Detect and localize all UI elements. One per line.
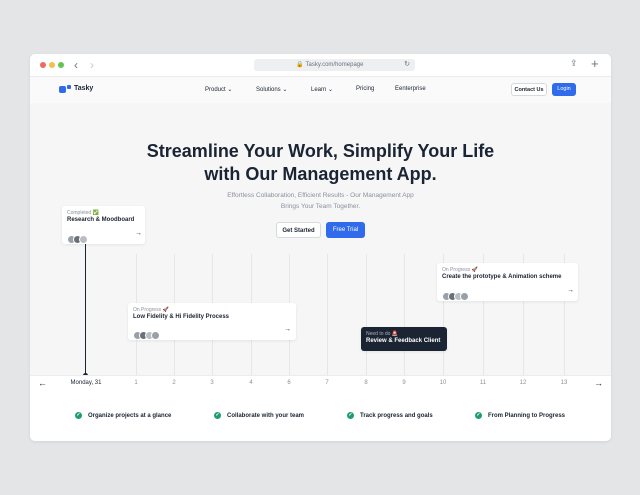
grid-line xyxy=(404,254,405,376)
arrow-right-icon[interactable]: → xyxy=(567,287,574,294)
logo-icon-accent xyxy=(67,85,71,89)
menu-enterprise[interactable]: Eenterprise xyxy=(395,86,426,92)
timeline-date[interactable]: 1 xyxy=(134,380,137,386)
task-title: Low Fidelity & Hi Fidelity Process xyxy=(133,314,230,320)
check-circle-icon: ✓ xyxy=(347,412,354,419)
timeline-date[interactable]: 7 xyxy=(325,380,328,386)
task-card[interactable]: Completed ✅ Research & Moodboard → xyxy=(62,206,145,244)
task-title: Create the prototype & Animation scheme xyxy=(442,274,562,280)
task-status: Need to do 🚨 xyxy=(366,331,399,337)
feature-item: ✓ Organize projects at a glance xyxy=(75,412,171,419)
task-card[interactable]: Need to do 🚨 Review & Feedback Client xyxy=(361,327,447,351)
menu-learn[interactable]: Learn ⌄ xyxy=(311,86,333,93)
chevron-left-icon[interactable]: ‹ xyxy=(74,57,78,73)
timeline-bar: ← Monday, 31 1 2 3 4 6 7 8 9 10 11 12 13… xyxy=(30,375,611,393)
get-started-button[interactable]: Get Started xyxy=(276,222,321,238)
timeline-date[interactable]: 3 xyxy=(210,380,213,386)
minimize-window-button[interactable] xyxy=(49,62,55,68)
brand-name[interactable]: Tasky xyxy=(74,85,93,92)
feature-label: Organize projects at a glance xyxy=(88,413,172,420)
logo-icon xyxy=(59,86,66,93)
arrow-right-icon[interactable]: → xyxy=(594,378,603,388)
menu-product-label: Product xyxy=(205,87,226,93)
share-icon[interactable]: ⇪ xyxy=(570,58,578,69)
grid-line xyxy=(366,254,367,376)
task-title: Research & Moodboard xyxy=(67,217,135,223)
timeline-date[interactable]: 12 xyxy=(520,380,527,386)
feature-label: Track progress and goals xyxy=(360,413,433,420)
feature-label: Collaborate with your team xyxy=(227,413,305,420)
task-status: On Progress 🚀 xyxy=(133,307,169,313)
arrow-right-icon[interactable]: → xyxy=(135,230,142,237)
feature-label: From Planning to Progress xyxy=(488,413,566,420)
menu-product[interactable]: Product ⌄ xyxy=(205,86,232,93)
timeline-date[interactable]: 13 xyxy=(561,380,568,386)
features-strip: ✓ Organize projects at a glance ✓ Collabor… xyxy=(30,392,611,441)
feature-item: ✓ From Planning to Progress xyxy=(475,412,565,419)
avatar xyxy=(151,331,160,340)
timeline-date[interactable]: 9 xyxy=(402,380,405,386)
hero-subtitle-line-1: Effortless Collaboration, Efficient Resu… xyxy=(227,192,414,199)
task-status: Completed ✅ xyxy=(67,210,99,216)
check-circle-icon: ✓ xyxy=(75,412,82,419)
lock-icon: 🔒 xyxy=(296,62,304,68)
chevron-down-icon: ⌄ xyxy=(227,87,233,93)
feature-item: ✓ Collaborate with your team xyxy=(214,412,304,419)
timeline-date[interactable]: 11 xyxy=(480,380,486,386)
chevron-right-icon[interactable]: › xyxy=(90,57,94,73)
url-text: Tasky.com/homepage xyxy=(305,62,364,68)
hero-title-line-2: with Our Management App. xyxy=(204,164,437,184)
menu-solutions-label: Solutions xyxy=(256,87,281,93)
chevron-down-icon: ⌄ xyxy=(328,87,334,93)
timeline-date[interactable]: 6 xyxy=(287,380,290,386)
menu-pricing[interactable]: Pricing xyxy=(356,86,374,92)
timeline-date[interactable]: 8 xyxy=(364,380,367,386)
close-window-button[interactable] xyxy=(40,62,46,68)
arrow-left-icon[interactable]: ← xyxy=(38,378,47,388)
browser-toolbar: ‹ › 🔒 Tasky.com/homepage ↻ ⇪ + xyxy=(30,54,611,77)
timeline-date[interactable]: 4 xyxy=(249,380,252,386)
avatar-group xyxy=(67,231,88,244)
timeline-date[interactable]: 10 xyxy=(440,380,447,386)
feature-item: ✓ Track progress and goals xyxy=(347,412,433,419)
timeline-date[interactable]: 2 xyxy=(172,380,175,386)
timeline-date[interactable]: Monday, 31 xyxy=(71,380,102,386)
maximize-window-button[interactable] xyxy=(58,62,64,68)
check-circle-icon: ✓ xyxy=(214,412,221,419)
reload-icon[interactable]: ↻ xyxy=(404,59,410,71)
timeline-pin xyxy=(85,241,86,375)
browser-window: ‹ › 🔒 Tasky.com/homepage ↻ ⇪ + Tasky Pro… xyxy=(30,54,611,441)
avatar-group xyxy=(133,327,160,340)
free-trial-button[interactable]: Free Trial xyxy=(326,222,365,238)
hero-title: Streamline Your Work, Simplify Your Life… xyxy=(30,140,611,186)
hero-title-line-1: Streamline Your Work, Simplify Your Life xyxy=(146,141,495,161)
address-bar[interactable]: 🔒 Tasky.com/homepage ↻ xyxy=(254,59,415,71)
avatar xyxy=(460,292,469,301)
avatar xyxy=(79,235,88,244)
chevron-down-icon: ⌄ xyxy=(282,87,288,93)
check-circle-icon: ✓ xyxy=(475,412,482,419)
avatar-group xyxy=(442,288,469,301)
arrow-right-icon[interactable]: → xyxy=(284,326,291,333)
task-status: On Progress 🚀 xyxy=(442,267,478,273)
task-title: Review & Feedback Client xyxy=(366,338,441,344)
new-tab-icon[interactable]: + xyxy=(591,56,599,72)
menu-solutions[interactable]: Solutions ⌄ xyxy=(256,86,287,93)
menu-learn-label: Learn xyxy=(311,87,327,93)
login-button[interactable]: Login xyxy=(552,83,576,96)
task-card[interactable]: On Progress 🚀 Low Fidelity & Hi Fidelity… xyxy=(128,303,296,340)
grid-line xyxy=(327,254,328,376)
contact-us-button[interactable]: Contact Us xyxy=(511,83,547,96)
task-card[interactable]: On Progress 🚀 Create the prototype & Ani… xyxy=(437,263,578,301)
site-navbar: Tasky Product ⌄ Solutions ⌄ Learn ⌄ Pric… xyxy=(30,77,611,103)
